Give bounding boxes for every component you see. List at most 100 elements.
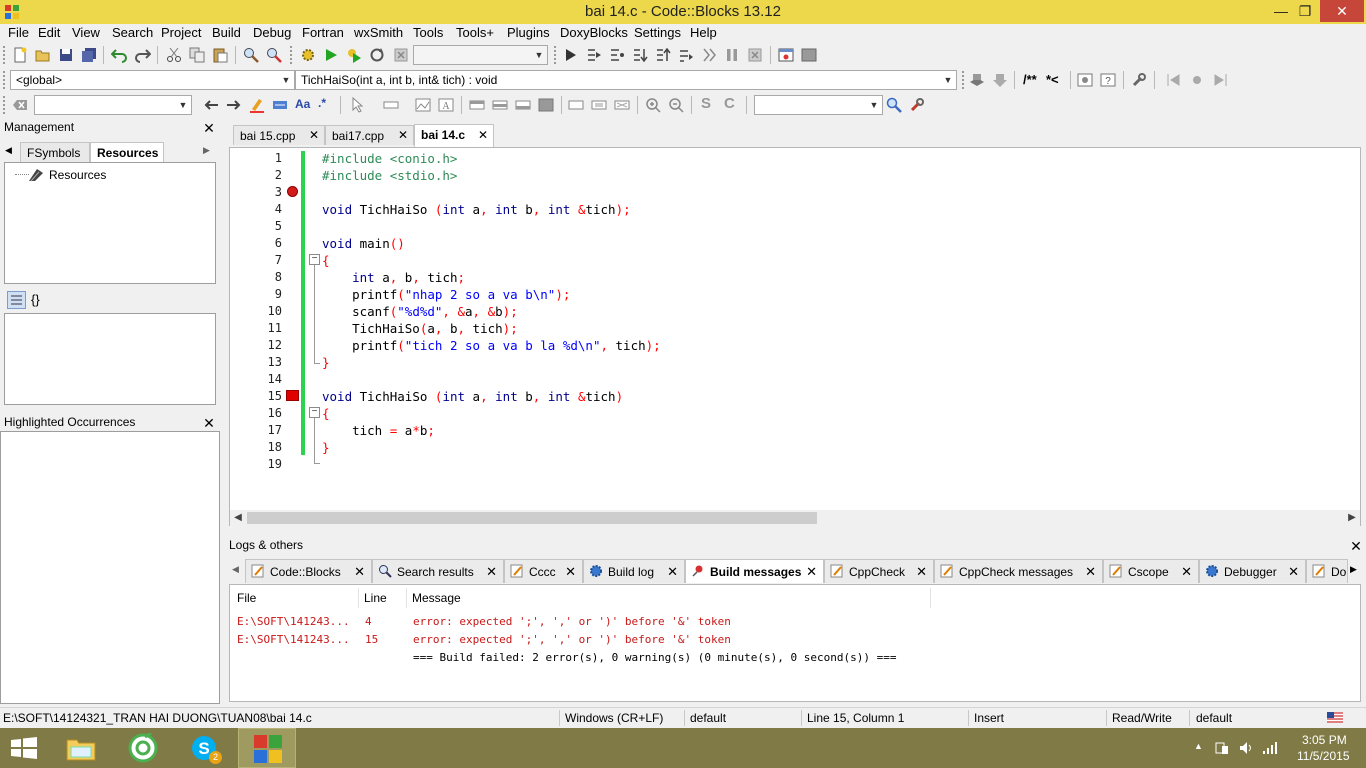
clock-date[interactable]: 11/5/2015 [1297, 749, 1350, 763]
taskbar-coccoc[interactable] [114, 728, 172, 768]
tab-bai14-c[interactable]: bai 14.c ✕ [414, 124, 494, 147]
redo-icon[interactable] [135, 47, 151, 63]
menu-search[interactable]: Search [112, 25, 153, 40]
abort-icon[interactable] [393, 47, 409, 63]
close-tab-icon[interactable]: ✕ [667, 564, 678, 580]
menu-project[interactable]: Project [161, 25, 201, 40]
show-hidden-icons[interactable]: ▲ [1194, 741, 1203, 751]
close-tab-icon[interactable]: ✕ [1181, 564, 1192, 580]
minimize-button[interactable]: — [1268, 0, 1294, 22]
search-input[interactable]: ▼ [754, 95, 883, 115]
build-and-run-icon[interactable] [346, 47, 362, 63]
close-tab-icon[interactable]: ✕ [916, 564, 927, 580]
next-instruction-icon[interactable] [678, 47, 694, 63]
editor-horizontal-scrollbar[interactable]: ◀ ▶ [230, 510, 1360, 526]
build-messages-list[interactable]: File Line Message E:\SOFT\141243... 4 er… [229, 584, 1361, 702]
find-previous-icon[interactable] [203, 97, 219, 113]
open-file-icon[interactable] [35, 47, 51, 63]
tab-scroll-right-icon[interactable]: ▶ [203, 145, 210, 156]
step-instruction-icon[interactable] [701, 47, 717, 63]
menu-build[interactable]: Build [212, 25, 241, 40]
fold-toggle[interactable]: − [309, 254, 320, 265]
tab-cppcheck[interactable]: CppCheck ✕ [824, 559, 934, 583]
find-next-icon[interactable] [226, 97, 242, 113]
line-number-gutter[interactable]: 1 2 3 4 5 6 7 8 9 10 11 12 13 14 15 16 1… [230, 148, 300, 510]
tab-cccc[interactable]: Cccc ✕ [504, 559, 583, 583]
close-tab-icon[interactable]: ✕ [1288, 564, 1299, 580]
close-tab-icon[interactable]: ✕ [478, 128, 488, 142]
jump-bookmark-icon[interactable] [1189, 72, 1205, 88]
taskbar-skype[interactable]: S 2 [176, 728, 234, 768]
block-1-icon[interactable] [568, 97, 584, 113]
paste-icon[interactable] [212, 47, 228, 63]
menu-tools-plus[interactable]: Tools+ [456, 25, 494, 40]
cut-icon[interactable] [166, 47, 182, 63]
layout-1-icon[interactable] [469, 97, 485, 113]
format-box-icon[interactable] [383, 97, 399, 113]
html-docs-icon[interactable] [1077, 72, 1093, 88]
find-input[interactable]: ▼ [34, 95, 192, 115]
jump-forward-icon[interactable] [1212, 72, 1228, 88]
close-tab-icon[interactable]: ✕ [806, 564, 817, 580]
maximize-button[interactable]: ❐ [1292, 0, 1318, 22]
preferences-wrench-icon[interactable] [1131, 72, 1147, 88]
next-line-icon[interactable] [609, 47, 625, 63]
tab-fsymbols[interactable]: FSymbols [20, 142, 90, 162]
text-style-icon[interactable]: A [438, 97, 454, 113]
list-view-icon[interactable] [7, 291, 26, 309]
jump-back-icon[interactable] [1166, 72, 1182, 88]
close-highlighted-icon[interactable]: ✕ [202, 416, 216, 430]
menu-doxyblocks[interactable]: DoxyBlocks [560, 25, 628, 40]
tab-scroll-left-icon[interactable]: ◀ [5, 145, 12, 156]
undo-icon[interactable] [111, 47, 127, 63]
tab-doxyblocks-log[interactable]: Do [1306, 559, 1348, 583]
selected-text-icon[interactable] [272, 97, 288, 113]
build-target-select[interactable]: ▼ [413, 45, 548, 65]
function-select[interactable]: TichHaiSo(int a, int b, int& tich) : voi… [295, 70, 957, 90]
symbol-s-icon[interactable]: S [701, 95, 711, 112]
debug-windows-icon[interactable] [778, 47, 794, 63]
replace-icon[interactable] [266, 47, 282, 63]
stop-debugger-icon[interactable] [747, 47, 763, 63]
tab-build-log[interactable]: Build log ✕ [583, 559, 685, 583]
logs-scroll-left-icon[interactable]: ◀ [232, 564, 239, 575]
menu-plugins[interactable]: Plugins [507, 25, 550, 40]
save-all-icon[interactable] [81, 47, 97, 63]
tab-cppcheck-messages[interactable]: CppCheck messages ✕ [934, 559, 1103, 583]
clear-search-icon[interactable] [12, 97, 28, 113]
close-tab-icon[interactable]: ✕ [1085, 564, 1096, 580]
scroll-right-icon[interactable]: ▶ [1345, 511, 1359, 525]
zoom-in-icon[interactable] [645, 97, 661, 113]
clock-time[interactable]: 3:05 PM [1302, 733, 1347, 747]
logs-scroll-right-icon[interactable]: ▶ [1350, 564, 1357, 575]
search-go-icon[interactable] [886, 97, 902, 113]
close-tab-icon[interactable]: ✕ [565, 564, 576, 580]
copy-icon[interactable] [189, 47, 205, 63]
braces-view-button[interactable]: {} [31, 292, 40, 307]
wifi-signal-icon[interactable] [1262, 740, 1278, 756]
taskbar-file-explorer[interactable] [52, 728, 110, 768]
close-logs-icon[interactable]: ✕ [1349, 539, 1363, 553]
run-icon[interactable] [323, 47, 339, 63]
menu-fortran[interactable]: Fortran [302, 25, 344, 40]
zoom-out-icon[interactable] [668, 97, 684, 113]
block-3-icon[interactable] [614, 97, 630, 113]
tab-build-messages[interactable]: Build messages ✕ [685, 559, 824, 583]
windows-start-icon[interactable] [11, 737, 37, 759]
image-icon[interactable] [415, 97, 431, 113]
menu-file[interactable]: File [8, 25, 29, 40]
code-editor[interactable]: 1 2 3 4 5 6 7 8 9 10 11 12 13 14 15 16 1… [229, 147, 1361, 526]
menu-view[interactable]: View [72, 25, 100, 40]
step-out-icon[interactable] [655, 47, 671, 63]
build-icon[interactable] [300, 47, 316, 63]
save-icon[interactable] [58, 47, 74, 63]
tab-bai15-cpp[interactable]: bai 15.cpp ✕ [233, 125, 325, 145]
scope-select[interactable]: <global> ▼ [10, 70, 295, 90]
menu-wxsmith[interactable]: wxSmith [354, 25, 403, 40]
tab-search-results[interactable]: Search results ✕ [372, 559, 504, 583]
search-settings-icon[interactable] [909, 97, 925, 113]
menu-settings[interactable]: Settings [634, 25, 681, 40]
layout-2-icon[interactable] [492, 97, 508, 113]
tab-cscope[interactable]: Cscope ✕ [1103, 559, 1199, 583]
column-header-line[interactable]: Line [364, 591, 387, 605]
